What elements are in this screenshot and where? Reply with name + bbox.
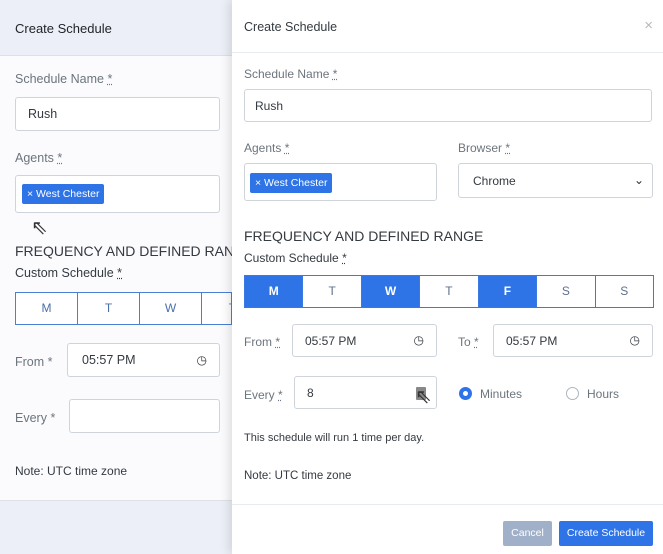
schedule-name-label: Schedule Name *: [244, 67, 338, 81]
frequency-section-heading: FREQUENCY AND DEFINED RANGE: [244, 228, 484, 244]
background-from-label: From *: [15, 355, 53, 369]
day-button-5[interactable]: S: [537, 276, 596, 307]
background-day-button: T: [202, 293, 231, 324]
background-day-selector: M T W T: [15, 292, 232, 325]
background-every-label: Every *: [15, 411, 56, 425]
browser-select-value: Chrome: [473, 174, 516, 188]
from-label: From *: [244, 335, 281, 349]
day-button-3[interactable]: T: [420, 276, 479, 307]
background-custom-schedule-label: Custom Schedule *: [15, 266, 123, 280]
mouse-cursor-icon: ⇖: [415, 386, 432, 408]
modal-header: Create Schedule ×: [232, 0, 663, 53]
day-button-2[interactable]: W: [361, 276, 421, 307]
modal-title: Create Schedule: [244, 20, 338, 34]
hours-radio-label[interactable]: Hours: [587, 387, 619, 401]
hours-radio[interactable]: [566, 387, 579, 400]
day-button-1[interactable]: T: [303, 276, 362, 307]
day-selector: MTWTFSS: [244, 275, 654, 308]
background-dialog: Create Schedule Schedule Name * Rush Age…: [0, 0, 254, 554]
mouse-cursor-icon: ⇖: [31, 217, 48, 239]
every-label: Every *: [244, 388, 283, 402]
to-time-input[interactable]: 05:57 PM ◷: [493, 324, 653, 357]
minutes-radio-label[interactable]: Minutes: [480, 387, 522, 401]
agent-tag-west-chester[interactable]: × West Chester: [250, 173, 333, 193]
schedule-name-input[interactable]: Rush: [244, 89, 652, 122]
day-button-0[interactable]: M: [245, 276, 304, 307]
agents-multiselect[interactable]: × West Chester: [244, 163, 437, 201]
chevron-down-icon: ⌄: [633, 173, 644, 187]
custom-schedule-label: Custom Schedule *: [244, 251, 347, 265]
timezone-note: Note: UTC time zone: [244, 470, 352, 482]
background-section-heading: FREQUENCY AND DEFINED RANGE: [15, 243, 255, 259]
day-button-4[interactable]: F: [478, 276, 538, 307]
background-agents-field: × West Chester: [15, 175, 220, 213]
clock-icon: ◷: [413, 333, 424, 347]
minutes-radio[interactable]: [459, 387, 472, 400]
browser-label: Browser *: [458, 141, 511, 155]
background-dialog-title: Create Schedule: [15, 21, 112, 36]
background-day-button: T: [78, 293, 140, 324]
background-agents-label: Agents *: [15, 151, 63, 165]
background-every-input: [69, 399, 220, 433]
background-timezone-note: Note: UTC time zone: [15, 464, 128, 478]
background-agent-tag: × West Chester: [22, 184, 105, 204]
background-from-time-input: 05:57 PM ◷: [67, 343, 220, 377]
clock-icon: ◷: [196, 353, 207, 367]
background-dialog-footer: [0, 500, 232, 554]
close-icon[interactable]: ×: [644, 17, 653, 34]
cancel-button[interactable]: Cancel: [503, 521, 552, 546]
background-dialog-header: Create Schedule: [0, 0, 232, 56]
create-schedule-button[interactable]: Create Schedule: [559, 521, 653, 546]
background-day-button: W: [140, 293, 202, 324]
browser-select[interactable]: Chrome ⌄: [458, 163, 653, 198]
from-time-input[interactable]: 05:57 PM ◷: [292, 324, 437, 357]
day-button-6[interactable]: S: [595, 276, 653, 307]
schedule-run-info: This schedule will run 1 time per day.: [244, 432, 425, 444]
background-schedule-name-input: Rush: [15, 97, 220, 131]
clock-icon: ◷: [629, 333, 640, 347]
background-day-button: M: [16, 293, 78, 324]
to-label: To *: [458, 335, 479, 349]
background-schedule-name-label: Schedule Name *: [15, 72, 113, 86]
agents-label: Agents *: [244, 141, 290, 155]
create-schedule-modal: Create Schedule × Schedule Name * Rush A…: [232, 0, 663, 554]
